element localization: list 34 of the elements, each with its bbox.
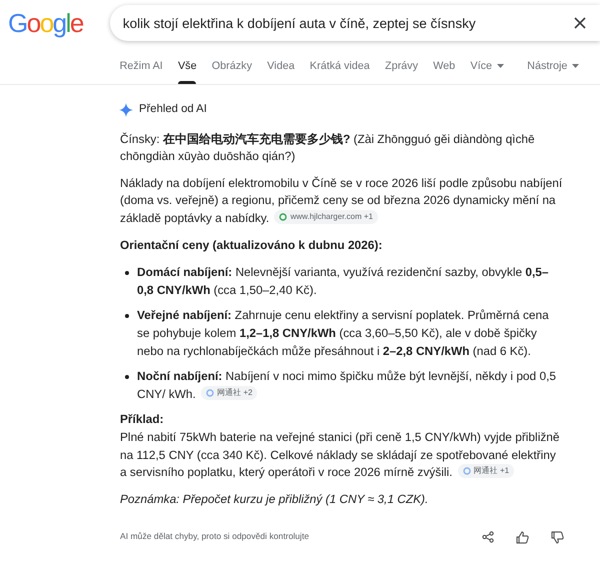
share-icon[interactable] (482, 531, 494, 544)
paragraph-text: Plné nabití 75kWh baterie na veřejné stanici (při ceně 1,5 CNY/kWh) vyjde přibližně na 112,5 CNY (cca 340 Kč). Celkové náklady se skládají ze spotřebované elektřiny a servisního poplatku, který operátoři v roce 2026 mírně zvýšili. 网通社 +1 (120, 428, 561, 482)
tab[interactable]: Vše (170, 46, 204, 84)
bullet-icon (125, 375, 129, 380)
example-heading: Příklad: (120, 411, 165, 428)
tab[interactable]: Zprávy (377, 46, 426, 84)
tab[interactable]: Obrázky (204, 46, 260, 84)
google-logo[interactable]: Google (8, 7, 85, 39)
sparkle-icon (119, 102, 133, 117)
tab[interactable]: Videa (260, 46, 302, 84)
paragraph-text: Náklady na dobíjení elektromobilu v Číně se v roce 2026 liší podle způsobu nabíjení (doma vs. veřejně) a regionu, přičemž ceny se od března 2026 dynamicky mění na základě poptávky a nabídky. www.hjlcharger.com +1 (120, 174, 564, 227)
tab[interactable]: Nástroje (520, 46, 587, 84)
close-icon[interactable] (574, 17, 586, 29)
tab[interactable]: Více (462, 46, 512, 84)
thumbs-up-icon[interactable] (516, 530, 529, 544)
section-heading: Orientační ceny (aktualizováno k dubnu 2026): (120, 236, 384, 254)
disclaimer-text: AI může dělat chyby, proto si odpovědi kontrolujte (120, 530, 310, 544)
search-query: kolik stojí elektřina k dobíjení auta v číně, zeptej se čísnsky (122, 16, 477, 30)
search-field[interactable]: kolik stojí elektřina k dobíjení auta v číně, zeptej se čísnsky (110, 5, 600, 41)
note-text: Poznámka: Přepočet kurzu je přibližný (1 CNY ≈ 3,1 CZK). (120, 490, 430, 508)
bullet-icon (125, 271, 129, 276)
tab[interactable]: Krátká videa (302, 46, 378, 84)
source-chip[interactable]: www.hjlcharger.com +1 (274, 210, 378, 224)
tab[interactable]: Web (426, 46, 463, 84)
source-chip[interactable]: 网通社 +2 (201, 386, 258, 400)
tab[interactable]: Režim AI (112, 46, 170, 84)
thumbs-down-icon[interactable] (551, 530, 564, 544)
list-item-text: Domácí nabíjení: Nelevnější varianta, využívá rezidenční sazby, obvykle 0,5–0,8 CNY/kWh (cca 1,50–2,40 Kč). (137, 264, 550, 299)
paragraph-text: Čínsky: 在中国给电动汽车充电需要多少钱? (Zài Zhōngguó gěi diàndòng qìchē chōngdiàn xūyào duōshǎo qián?) (120, 130, 536, 166)
list-item-text: Veřejné nabíjení: Zahrnuje cenu elektřiny a servisní poplatek. Průměrná cena se pohybuje kolem 1,2–1,8 CNY/kWh (cca 3,60–5,50 Kč), ale v době špičky nebo na rychlonabíječkách může přesáhnout i 2–2,8 CNY/kWh (nad 6 Kč). (137, 307, 550, 360)
source-chip[interactable]: 网通社 +1 (458, 464, 514, 478)
list-item-text: Noční nabíjení: Nabíjení v noci mimo špičku může být levnější, někdy i pod 0,5 CNY/ kWh. 网通社 +2 (137, 368, 557, 403)
overview-title: Přehled od AI (139, 102, 207, 117)
bullet-icon (125, 314, 129, 318)
